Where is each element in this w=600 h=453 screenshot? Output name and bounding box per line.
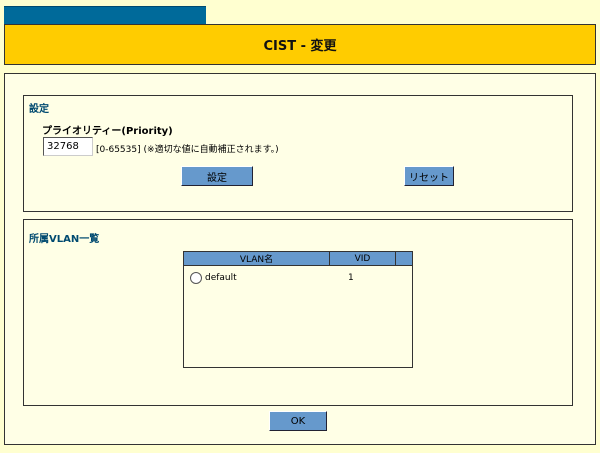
priority-range: [0-65535] — [96, 145, 141, 155]
priority-hint: [0-65535] (※適切な値に自動補正されます。) — [96, 142, 279, 155]
ok-button[interactable]: OK — [269, 411, 327, 431]
table-row[interactable]: default 1 — [190, 271, 400, 285]
top-tab — [4, 6, 206, 24]
apply-button[interactable]: 設定 — [181, 166, 253, 186]
vlan-select-radio[interactable] — [190, 272, 202, 284]
column-header-filler — [396, 252, 412, 265]
ok-button-label: OK — [290, 415, 306, 427]
column-header-vlan-name[interactable]: VLAN名 — [184, 252, 330, 265]
priority-note: (※適切な値に自動補正されます。) — [143, 145, 279, 155]
priority-input[interactable] — [43, 137, 93, 156]
priority-label: プライオリティー(Priority) — [42, 126, 173, 137]
vlan-name-cell: default — [205, 273, 237, 283]
vlan-heading: 所属VLAN一覧 — [29, 234, 100, 245]
apply-button-label: 設定 — [207, 172, 227, 184]
vlan-table-header: VLAN名 VID — [184, 252, 412, 266]
page-title-bar: CIST - 変更 — [4, 24, 596, 65]
settings-heading: 設定 — [29, 104, 49, 115]
page-title: CIST - 変更 — [263, 39, 337, 54]
column-header-vid[interactable]: VID — [330, 252, 396, 265]
reset-button[interactable]: リセット — [404, 166, 454, 186]
vlan-vid-cell: 1 — [348, 273, 354, 283]
reset-button-label: リセット — [409, 172, 449, 184]
vlan-table[interactable]: VLAN名 VID default 1 — [183, 251, 413, 368]
